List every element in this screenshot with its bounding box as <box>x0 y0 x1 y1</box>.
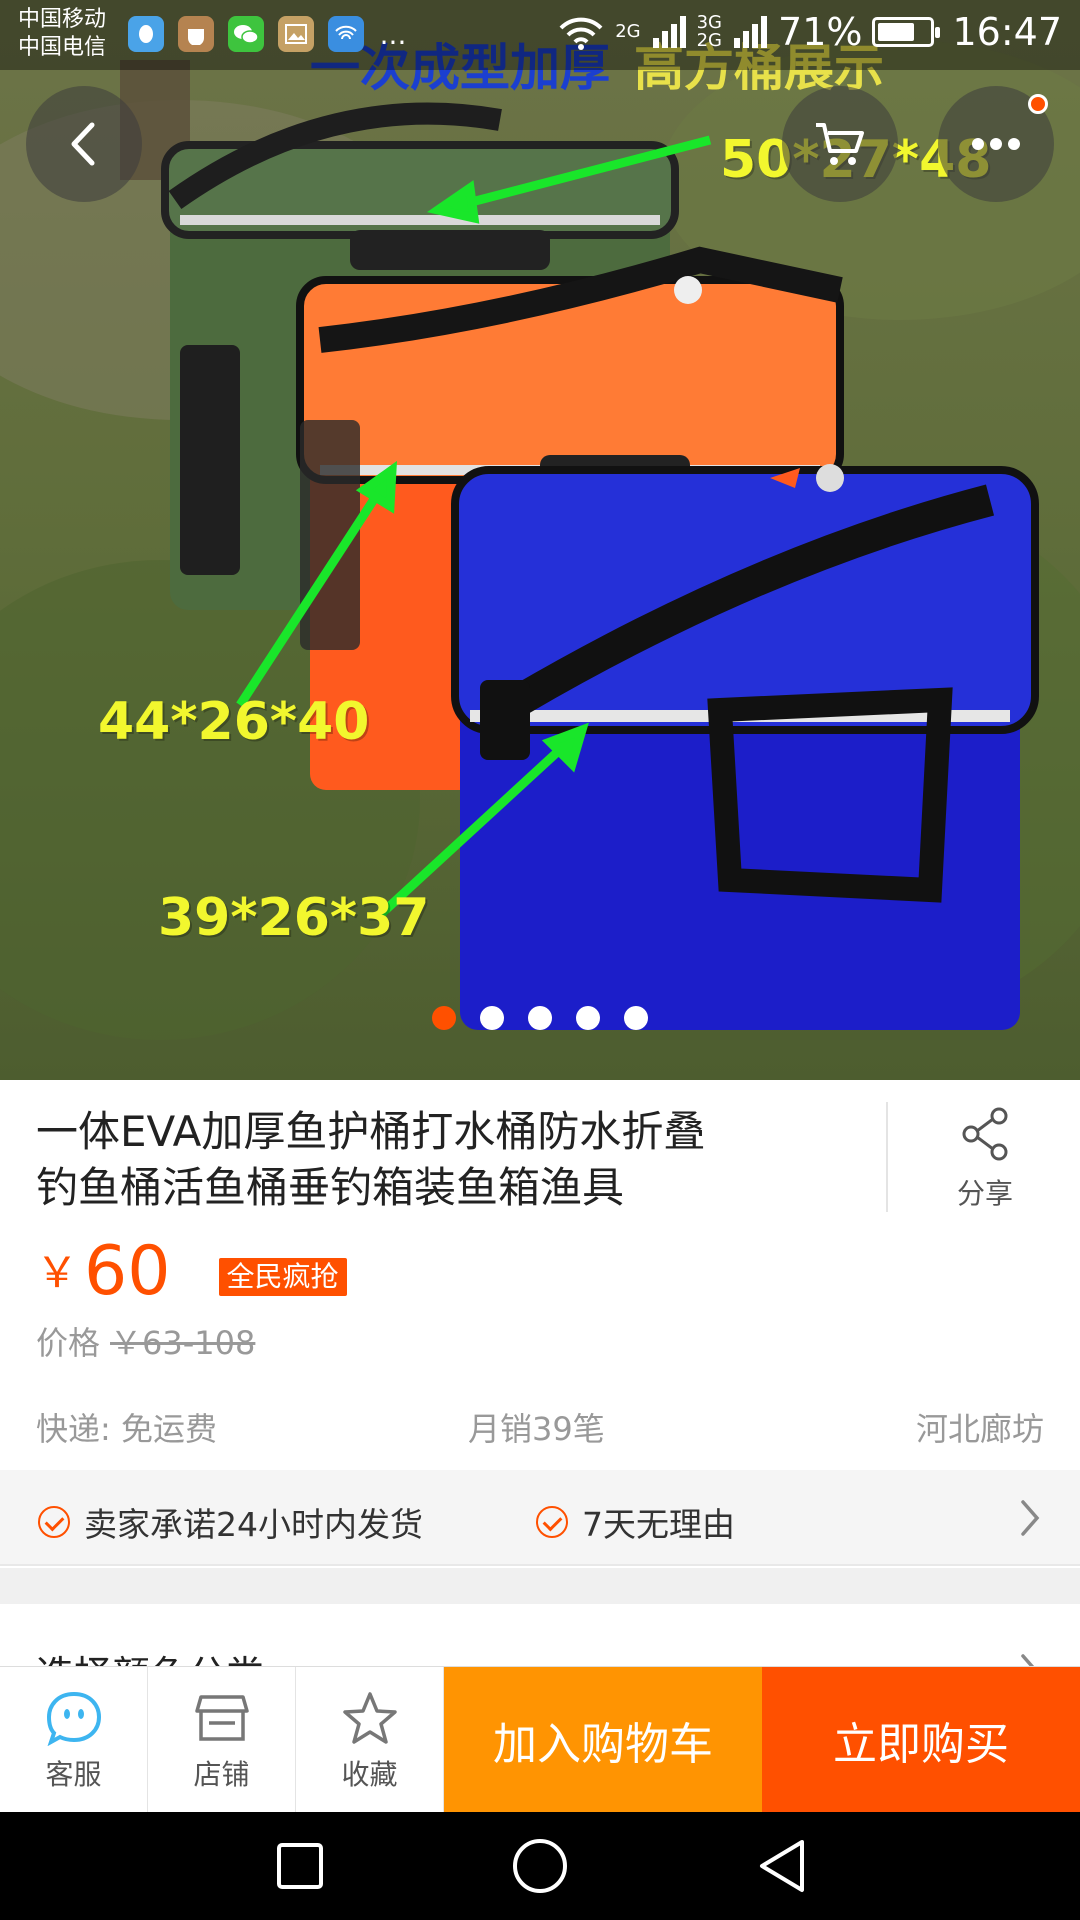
currency-symbol: ￥ <box>36 1248 79 1297</box>
check-circle-icon <box>536 1506 568 1538</box>
status-bar: 中国移动 中国电信 ... 2G 3G 2G 71% 16:47 <box>0 0 1080 70</box>
promise-1-label: 卖家承诺24小时内发货 <box>84 1505 423 1544</box>
carousel-dot[interactable] <box>576 1006 600 1030</box>
square-icon <box>277 1843 323 1889</box>
current-price: 60 <box>84 1232 171 1311</box>
product-image-carousel[interactable]: 一次成型加厚高方桶展示 50*27*48 44*26*40 39*26*37 <box>0 0 1080 1080</box>
network-2g: 2G <box>615 23 640 41</box>
notification-badge <box>1028 94 1048 114</box>
system-navigation-bar <box>0 1812 1080 1920</box>
customer-service-label: 客服 <box>45 1758 102 1791</box>
battery-percent: 71% <box>778 10 863 54</box>
check-circle-icon <box>38 1506 70 1538</box>
network-3g-2g: 3G 2G <box>697 14 722 50</box>
wechat-icon <box>228 16 264 52</box>
share-button[interactable]: 分享 <box>930 1106 1040 1212</box>
carousel-dot[interactable] <box>432 1006 456 1030</box>
share-label: 分享 <box>956 1177 1013 1210</box>
clock: 16:47 <box>952 10 1062 54</box>
gallery-icon <box>278 16 314 52</box>
blue-fishing-bucket <box>451 464 1039 1030</box>
back-button[interactable] <box>26 86 142 202</box>
signal-icon-2 <box>734 16 768 48</box>
star-icon <box>342 1687 398 1749</box>
back-nav-button[interactable] <box>752 1836 812 1896</box>
shop-button[interactable]: 店铺 <box>148 1667 296 1813</box>
share-icon <box>962 1107 1008 1161</box>
wifi-app-icon <box>328 16 364 52</box>
service-promise-row[interactable]: 卖家承诺24小时内发货 7天无理由 <box>0 1470 1080 1566</box>
carousel-dot[interactable] <box>480 1006 504 1030</box>
promise-7-day-return: 7天无理由 <box>536 1498 735 1546</box>
promo-tag: 全民疯抢 <box>218 1258 347 1296</box>
monthly-sales: 月销39笔 <box>468 1410 605 1448</box>
add-to-cart-button[interactable]: 加入购物车 <box>444 1667 762 1813</box>
favorite-button[interactable]: 收藏 <box>296 1667 444 1813</box>
network-2-bottom-label: 2G <box>696 30 723 51</box>
shipping-info: 快递: 免运费 <box>36 1410 217 1448</box>
section-gap <box>0 1568 1080 1604</box>
product-title-row: 一体EVA加厚鱼护桶打水桶防水折叠 钓鱼桶活鱼桶垂钓箱装鱼箱渔具 分享 <box>0 1080 1080 1215</box>
divider <box>886 1102 888 1212</box>
cart-button[interactable] <box>782 86 898 202</box>
original-price-label: 价格 <box>36 1324 101 1362</box>
more-menu-button[interactable] <box>938 86 1054 202</box>
promise-2-label: 7天无理由 <box>582 1505 735 1544</box>
shop-icon <box>194 1687 249 1749</box>
dimension-small-label: 39*26*37 <box>158 888 430 948</box>
shop-label: 店铺 <box>193 1758 250 1791</box>
signal-icon <box>652 16 686 48</box>
carrier-labels: 中国移动 中国电信 <box>18 6 106 62</box>
battery-icon <box>872 17 941 47</box>
favorite-label: 收藏 <box>341 1758 398 1791</box>
chevron-left-icon <box>71 122 95 166</box>
more-dots-icon <box>972 138 1020 150</box>
carousel-dot[interactable] <box>624 1006 648 1030</box>
recent-apps-button[interactable] <box>270 1836 330 1896</box>
product-title: 一体EVA加厚鱼护桶打水桶防水折叠 钓鱼桶活鱼桶垂钓箱装鱼箱渔具 <box>36 1104 866 1216</box>
product-title-line-2: 钓鱼桶活鱼桶垂钓箱装鱼箱渔具 <box>36 1163 625 1212</box>
notification-icons: ... <box>128 16 408 52</box>
buy-now-button[interactable]: 立即购买 <box>762 1667 1080 1813</box>
select-color-row[interactable]: 选择颜色分类 <box>0 1604 1080 1674</box>
pocket-app-icon <box>178 16 214 52</box>
carrier-2: 中国电信 <box>18 35 107 60</box>
original-price-row: 价格 ￥63-108 <box>36 1318 255 1364</box>
product-title-line-1: 一体EVA加厚鱼护桶打水桶防水折叠 <box>36 1107 706 1156</box>
customer-service-icon <box>45 1687 103 1749</box>
delivery-sales-row: 快递: 免运费 月销39笔 河北廊坊 <box>36 1404 1044 1454</box>
circle-icon <box>513 1839 567 1893</box>
carousel-dot[interactable] <box>528 1006 552 1030</box>
original-price: ￥63-108 <box>110 1324 256 1362</box>
bottom-action-bar: 客服 店铺 收藏 加入购物车 立即购买 <box>0 1666 1080 1813</box>
dimension-medium-label: 44*26*40 <box>98 692 370 752</box>
chevron-right-icon <box>1021 1500 1040 1536</box>
carousel-indicator <box>0 1006 1080 1030</box>
home-button[interactable] <box>510 1836 570 1896</box>
wifi-icon <box>559 17 603 50</box>
network-1-label: 2G <box>615 21 641 42</box>
shopping-cart-icon <box>816 123 864 165</box>
customer-service-button[interactable]: 客服 <box>0 1667 148 1813</box>
ship-from-location: 河北廊坊 <box>915 1410 1044 1448</box>
status-indicators: 2G 3G 2G 71% 16:47 <box>557 10 1062 54</box>
more-notifications: ... <box>379 17 407 51</box>
triangle-back-icon <box>760 1840 804 1892</box>
qq-icon <box>128 16 164 52</box>
price-row: ￥ 60 全民疯抢 <box>36 1228 347 1308</box>
carrier-1: 中国移动 <box>18 7 107 32</box>
promise-24h-shipping: 卖家承诺24小时内发货 <box>38 1498 423 1546</box>
